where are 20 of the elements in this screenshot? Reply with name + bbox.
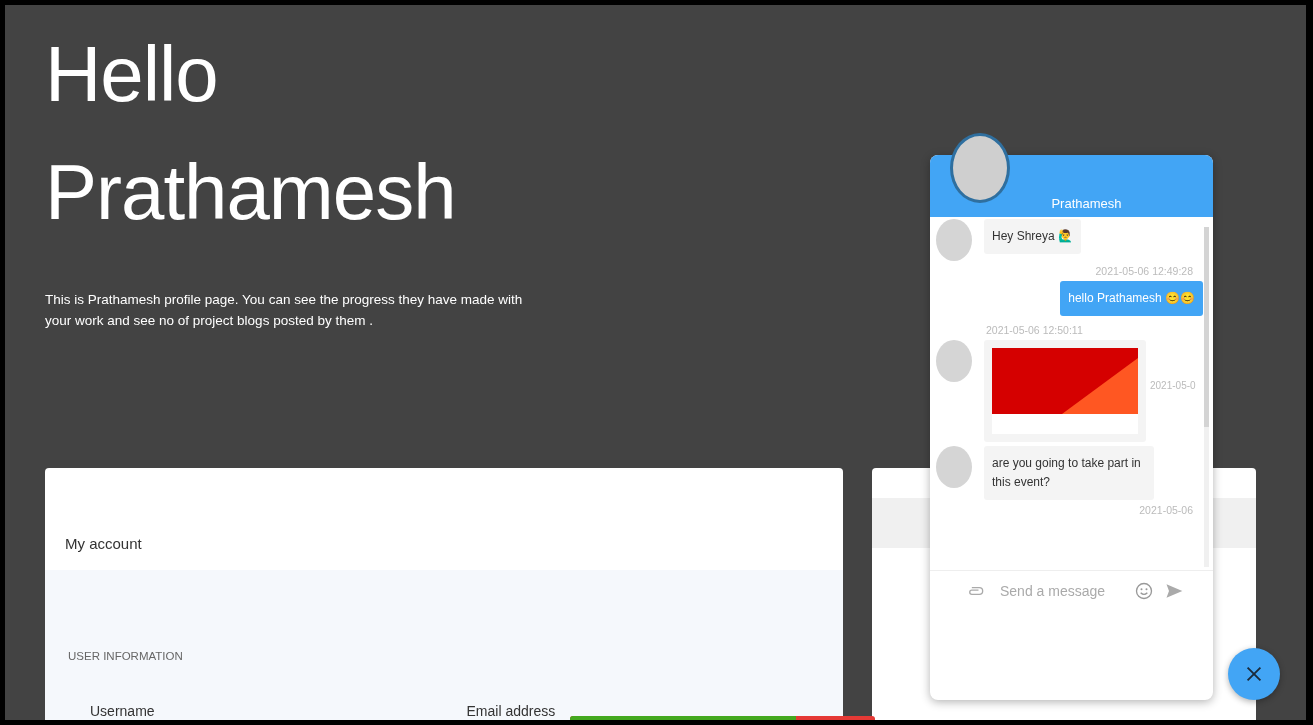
- message-bubble: Hey Shreya 🙋‍♂: [984, 219, 1082, 254]
- page-heading: Hello: [45, 29, 218, 120]
- avatar-placeholder: [936, 340, 972, 382]
- avatar-placeholder: [936, 219, 972, 261]
- close-button[interactable]: [1228, 648, 1280, 700]
- card-title: My account: [65, 535, 142, 552]
- field-label: Username: [90, 703, 156, 719]
- contact-name: Prathamesh: [1051, 196, 1122, 211]
- message-timestamp: 2021-05-06 12:50:11: [985, 324, 1084, 336]
- field-label: Email address: [466, 703, 557, 719]
- message-bubble: hello Prathamesh 😊😊: [1060, 281, 1203, 316]
- section-heading: USER INFORMATION: [68, 650, 184, 662]
- message-timestamp: 2021-05-06 12:49:28: [1094, 265, 1194, 277]
- message-timestamp: 2021-05-0: [1150, 380, 1196, 391]
- intro-text: This is Prathamesh profile page. You can see the progress they have made with your work and see no of project blogs posted by them .: [45, 291, 524, 330]
- message-timestamp: 2021-05-06: [1138, 504, 1194, 516]
- avatar-placeholder: [936, 446, 972, 488]
- emoji-icon[interactable]: [1134, 581, 1154, 601]
- message-bubble: are you going to take part in this event?: [984, 446, 1154, 500]
- page-heading: Prathamesh: [45, 147, 456, 238]
